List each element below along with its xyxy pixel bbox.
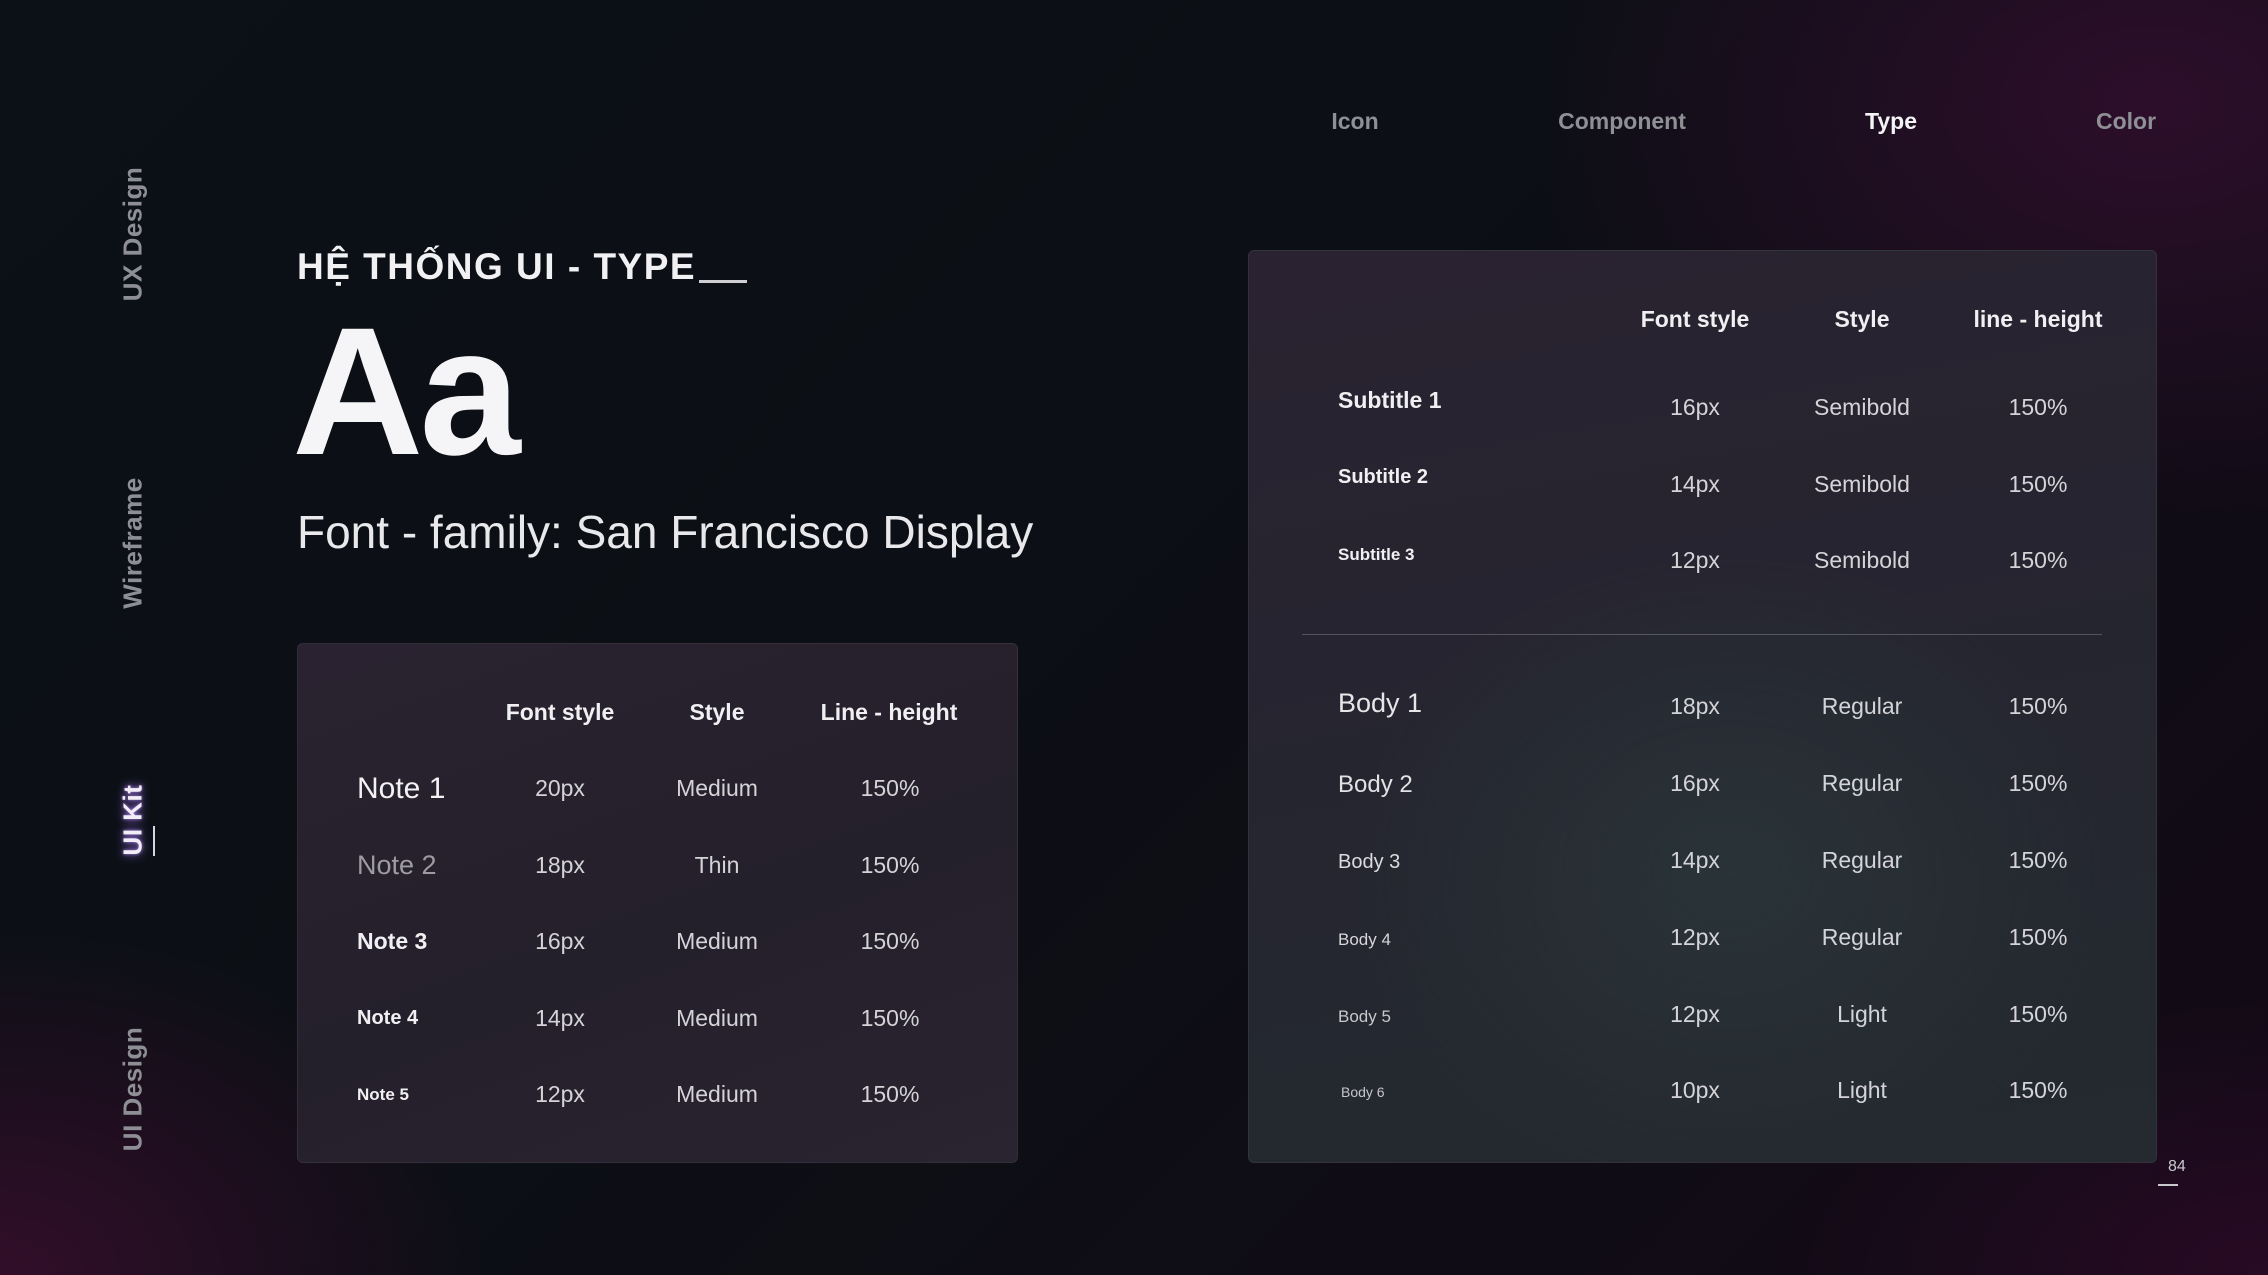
line-height-cell: 150% bbox=[2008, 924, 2068, 950]
line-height-cell: 150% bbox=[860, 775, 920, 801]
line-height-cell: 150% bbox=[860, 928, 920, 954]
row-label: Subtitle 3 bbox=[1338, 545, 1415, 564]
column-header-font-style: Font style bbox=[505, 699, 615, 725]
column-header-font-style: Font style bbox=[1640, 306, 1750, 332]
style-cell: Medium bbox=[676, 1081, 758, 1107]
line-height-cell: 150% bbox=[2008, 394, 2068, 420]
line-height-cell: 150% bbox=[860, 852, 920, 878]
active-indicator bbox=[153, 826, 155, 856]
column-header-style: Style bbox=[1834, 306, 1890, 332]
font-size-cell: 14px bbox=[1670, 471, 1720, 497]
line-height-cell: 150% bbox=[2008, 1077, 2068, 1103]
style-cell: Regular bbox=[1821, 847, 1903, 873]
top-nav: Icon Component Type Color bbox=[0, 108, 2268, 144]
style-cell: Light bbox=[1837, 1001, 1887, 1027]
side-nav: UX Design Wireframe UI Kit UI Design bbox=[0, 0, 260, 1275]
row-label: Note 4 bbox=[357, 1007, 419, 1029]
page-number-underline bbox=[2158, 1184, 2178, 1186]
font-size-cell: 12px bbox=[1670, 924, 1720, 950]
font-size-cell: 12px bbox=[1670, 1001, 1720, 1027]
font-size-cell: 16px bbox=[535, 928, 585, 954]
side-nav-ux-design[interactable]: UX Design bbox=[118, 167, 149, 302]
row-label: Body 4 bbox=[1338, 930, 1391, 949]
line-height-cell: 150% bbox=[2008, 547, 2068, 573]
font-size-cell: 12px bbox=[1670, 547, 1720, 573]
line-height-cell: 150% bbox=[2008, 693, 2068, 719]
font-size-cell: 14px bbox=[535, 1005, 585, 1031]
row-label: Body 2 bbox=[1338, 771, 1413, 798]
style-cell: Semibold bbox=[1814, 547, 1910, 573]
column-header-line-height: line - height bbox=[1973, 306, 2103, 332]
font-size-cell: 10px bbox=[1670, 1077, 1720, 1103]
style-cell: Medium bbox=[676, 1005, 758, 1031]
font-size-cell: 18px bbox=[535, 852, 585, 878]
tab-color[interactable]: Color bbox=[2096, 108, 2156, 135]
style-cell: Regular bbox=[1821, 770, 1903, 796]
style-cell: Regular bbox=[1821, 924, 1903, 950]
row-label: Body 5 bbox=[1338, 1007, 1391, 1026]
row-label: Subtitle 1 bbox=[1338, 387, 1442, 413]
font-size-cell: 14px bbox=[1670, 847, 1720, 873]
style-cell: Medium bbox=[676, 775, 758, 801]
row-label: Note 3 bbox=[357, 928, 428, 954]
row-label: Note 2 bbox=[357, 850, 437, 880]
type-sample: Aa bbox=[292, 289, 521, 493]
font-size-cell: 12px bbox=[535, 1081, 585, 1107]
column-header-line-height: Line - height bbox=[820, 699, 958, 725]
row-label: Body 6 bbox=[1341, 1084, 1385, 1100]
row-label: Note 5 bbox=[357, 1085, 409, 1104]
line-height-cell: 150% bbox=[2008, 847, 2068, 873]
style-cell: Thin bbox=[694, 852, 740, 878]
tab-icon[interactable]: Icon bbox=[1331, 108, 1378, 135]
font-size-cell: 16px bbox=[1670, 394, 1720, 420]
section-divider bbox=[1302, 634, 2102, 635]
page-title: HỆ THỐNG UI - TYPE bbox=[297, 246, 697, 287]
style-cell: Medium bbox=[676, 928, 758, 954]
style-cell: Semibold bbox=[1814, 471, 1910, 497]
font-size-cell: 20px bbox=[535, 775, 585, 801]
note-type-table: Font style Style Line - height Note 1 20… bbox=[297, 643, 1018, 1163]
tab-component[interactable]: Component bbox=[1558, 108, 1686, 135]
subtitle-body-type-table: Font style Style line - height Subtitle … bbox=[1248, 250, 2157, 1163]
style-cell: Semibold bbox=[1814, 394, 1910, 420]
column-header-style: Style bbox=[689, 699, 745, 725]
row-label: Subtitle 2 bbox=[1338, 466, 1429, 488]
row-label: Body 3 bbox=[1338, 851, 1401, 873]
font-family-label: Font - family: San Francisco Display bbox=[297, 506, 1034, 558]
tab-type[interactable]: Type bbox=[1865, 108, 1917, 135]
style-cell: Regular bbox=[1821, 693, 1903, 719]
row-label: Note 1 bbox=[357, 772, 446, 805]
line-height-cell: 150% bbox=[2008, 1001, 2068, 1027]
line-height-cell: 150% bbox=[860, 1005, 920, 1031]
side-nav-ui-kit[interactable]: UI Kit bbox=[118, 785, 149, 856]
font-size-cell: 18px bbox=[1670, 693, 1720, 719]
line-height-cell: 150% bbox=[2008, 770, 2068, 796]
line-height-cell: 150% bbox=[860, 1081, 920, 1107]
page-number: 84 bbox=[2168, 1158, 2186, 1175]
side-nav-wireframe[interactable]: Wireframe bbox=[118, 477, 149, 608]
row-label: Body 1 bbox=[1338, 688, 1423, 718]
side-nav-ui-design[interactable]: UI Design bbox=[118, 1027, 149, 1151]
line-height-cell: 150% bbox=[2008, 471, 2068, 497]
font-size-cell: 16px bbox=[1670, 770, 1720, 796]
style-cell: Light bbox=[1837, 1077, 1887, 1103]
title-underline bbox=[699, 280, 747, 283]
